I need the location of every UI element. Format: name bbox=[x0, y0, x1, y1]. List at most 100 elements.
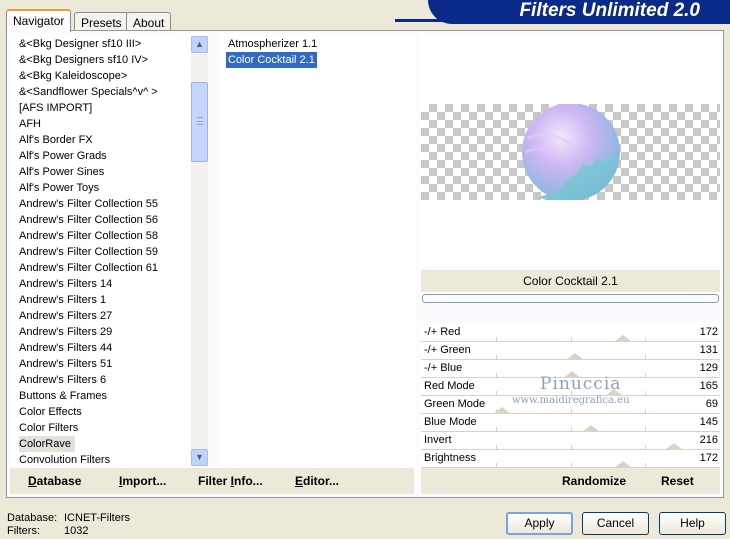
category-item[interactable]: Andrew's Filters 51 bbox=[19, 356, 112, 372]
slider-tick bbox=[645, 355, 646, 359]
filter-item[interactable]: Color Cocktail 2.1 bbox=[226, 52, 317, 68]
category-item[interactable]: ColorRave bbox=[19, 436, 75, 452]
category-item[interactable]: &<Bkg Designers sf10 IV> bbox=[19, 52, 148, 68]
slider-tick bbox=[645, 463, 646, 467]
slider-value: 216 bbox=[699, 434, 718, 446]
slider-tick bbox=[496, 391, 497, 395]
category-item[interactable]: Buttons & Frames bbox=[19, 388, 107, 404]
scroll-thumb[interactable] bbox=[191, 82, 208, 162]
editor-button[interactable]: Editor... bbox=[295, 474, 339, 488]
slider-label: Brightness bbox=[424, 452, 476, 464]
filter-info-button[interactable]: Filter Info... bbox=[198, 474, 263, 488]
list-toolbar: Database Import... Filter Info... Editor… bbox=[10, 468, 414, 494]
category-item[interactable]: Andrew's Filters 14 bbox=[19, 276, 112, 292]
category-item[interactable]: Color Effects bbox=[19, 404, 82, 420]
randomize-button[interactable]: Randomize bbox=[562, 474, 626, 488]
database-label: Database: bbox=[7, 512, 58, 524]
slider-toolbar: Randomize Reset bbox=[421, 468, 720, 494]
slider-label: Invert bbox=[424, 434, 452, 446]
import-button[interactable]: Import... bbox=[119, 474, 166, 488]
category-scrollbar[interactable]: ▲ ▼ bbox=[191, 36, 208, 466]
slider-label: Red Mode bbox=[424, 380, 475, 392]
progress-bar bbox=[422, 294, 719, 303]
database-button[interactable]: Database bbox=[28, 474, 81, 488]
slider-row[interactable]: -/+ Green 131 bbox=[421, 342, 720, 360]
slider-tick bbox=[645, 373, 646, 377]
watermark-name: Pinuccia bbox=[540, 374, 622, 394]
preview-sphere-image bbox=[522, 104, 620, 200]
slider-thumb[interactable] bbox=[665, 443, 683, 450]
category-item[interactable]: Andrew's Filters 29 bbox=[19, 324, 112, 340]
slider-tick bbox=[496, 355, 497, 359]
slider-label: -/+ Red bbox=[424, 326, 461, 338]
slider-value: 172 bbox=[699, 326, 718, 338]
slider-label: Blue Mode bbox=[424, 416, 477, 428]
filter-list[interactable]: Atmospherizer 1.1 Color Cocktail 2.1 bbox=[220, 34, 415, 466]
slider-row[interactable]: Blue Mode 145 bbox=[421, 414, 720, 432]
category-item[interactable]: Andrew's Filter Collection 55 bbox=[19, 196, 158, 212]
slider-thumb[interactable] bbox=[614, 335, 632, 342]
reset-button[interactable]: Reset bbox=[661, 474, 694, 488]
category-item[interactable]: AFH bbox=[19, 116, 41, 132]
help-button[interactable]: Help bbox=[659, 512, 726, 535]
grip-icon bbox=[197, 117, 203, 125]
category-list[interactable]: &<Bkg Designer sf10 III> &<Bkg Designers … bbox=[10, 34, 208, 466]
slider-thumb[interactable] bbox=[493, 407, 511, 414]
banner-underline bbox=[395, 19, 730, 22]
slider-tick bbox=[571, 337, 572, 341]
category-item[interactable]: Andrew's Filter Collection 59 bbox=[19, 244, 158, 260]
slider-row[interactable]: -/+ Red 172 bbox=[421, 324, 720, 342]
category-item[interactable]: Andrew's Filter Collection 58 bbox=[19, 228, 158, 244]
category-item[interactable]: Color Filters bbox=[19, 420, 78, 436]
slider-thumb[interactable] bbox=[566, 353, 584, 360]
category-item[interactable]: Andrew's Filter Collection 56 bbox=[19, 212, 158, 228]
category-item[interactable]: Alf's Border FX bbox=[19, 132, 93, 148]
slider-value: 69 bbox=[705, 398, 718, 410]
slider-tick bbox=[496, 373, 497, 377]
slider-label: -/+ Blue bbox=[424, 362, 463, 374]
slider-tick bbox=[645, 409, 646, 413]
status-database: Database: ICNET-Filters bbox=[7, 512, 130, 524]
cancel-button[interactable]: Cancel bbox=[582, 512, 649, 535]
slider-tick bbox=[645, 427, 646, 431]
category-item[interactable]: Alf's Power Sines bbox=[19, 164, 104, 180]
filters-value: 1032 bbox=[64, 525, 89, 537]
tab-about[interactable]: About bbox=[126, 12, 172, 31]
slider-thumb[interactable] bbox=[614, 461, 632, 468]
slider-tick bbox=[571, 409, 572, 413]
preview-pane bbox=[421, 34, 720, 266]
category-item[interactable]: Alf's Power Grads bbox=[19, 148, 107, 164]
slider-row[interactable]: Brightness 172 bbox=[421, 450, 720, 468]
slider-tick bbox=[645, 337, 646, 341]
slider-tick bbox=[496, 337, 497, 341]
slider-thumb[interactable] bbox=[582, 425, 600, 432]
category-item[interactable]: &<Bkg Designer sf10 III> bbox=[19, 36, 141, 52]
category-item[interactable]: Convolution Filters bbox=[19, 452, 110, 466]
slider-value: 129 bbox=[699, 362, 718, 374]
slider-value: 165 bbox=[699, 380, 718, 392]
apply-button[interactable]: Apply bbox=[506, 512, 573, 535]
slider-tick bbox=[496, 463, 497, 467]
filter-item[interactable]: Atmospherizer 1.1 bbox=[226, 36, 319, 52]
watermark-url: www.maidiregrafica.eu bbox=[512, 395, 630, 406]
slider-value: 172 bbox=[699, 452, 718, 464]
slider-tick bbox=[645, 391, 646, 395]
tab-presets[interactable]: Presets bbox=[74, 12, 129, 31]
category-item[interactable]: &<Sandflower Specials^v^ > bbox=[19, 84, 158, 100]
category-item[interactable]: [AFS IMPORT] bbox=[19, 100, 92, 116]
tab-navigator[interactable]: Navigator bbox=[6, 9, 72, 32]
category-item[interactable]: &<Bkg Kaleidoscope> bbox=[19, 68, 127, 84]
database-value: ICNET-Filters bbox=[64, 512, 130, 524]
category-item[interactable]: Andrew's Filters 44 bbox=[19, 340, 112, 356]
slider-row[interactable]: Invert 216 bbox=[421, 432, 720, 450]
slider-tick bbox=[571, 427, 572, 431]
slider-tick bbox=[496, 445, 497, 449]
scroll-down-button[interactable]: ▼ bbox=[191, 449, 208, 466]
category-item[interactable]: Andrew's Filters 1 bbox=[19, 292, 106, 308]
category-item[interactable]: Alf's Power Toys bbox=[19, 180, 99, 196]
slider-tick bbox=[496, 427, 497, 431]
category-item[interactable]: Andrew's Filters 6 bbox=[19, 372, 106, 388]
category-item[interactable]: Andrew's Filter Collection 61 bbox=[19, 260, 158, 276]
category-item[interactable]: Andrew's Filters 27 bbox=[19, 308, 112, 324]
scroll-up-button[interactable]: ▲ bbox=[191, 36, 208, 53]
